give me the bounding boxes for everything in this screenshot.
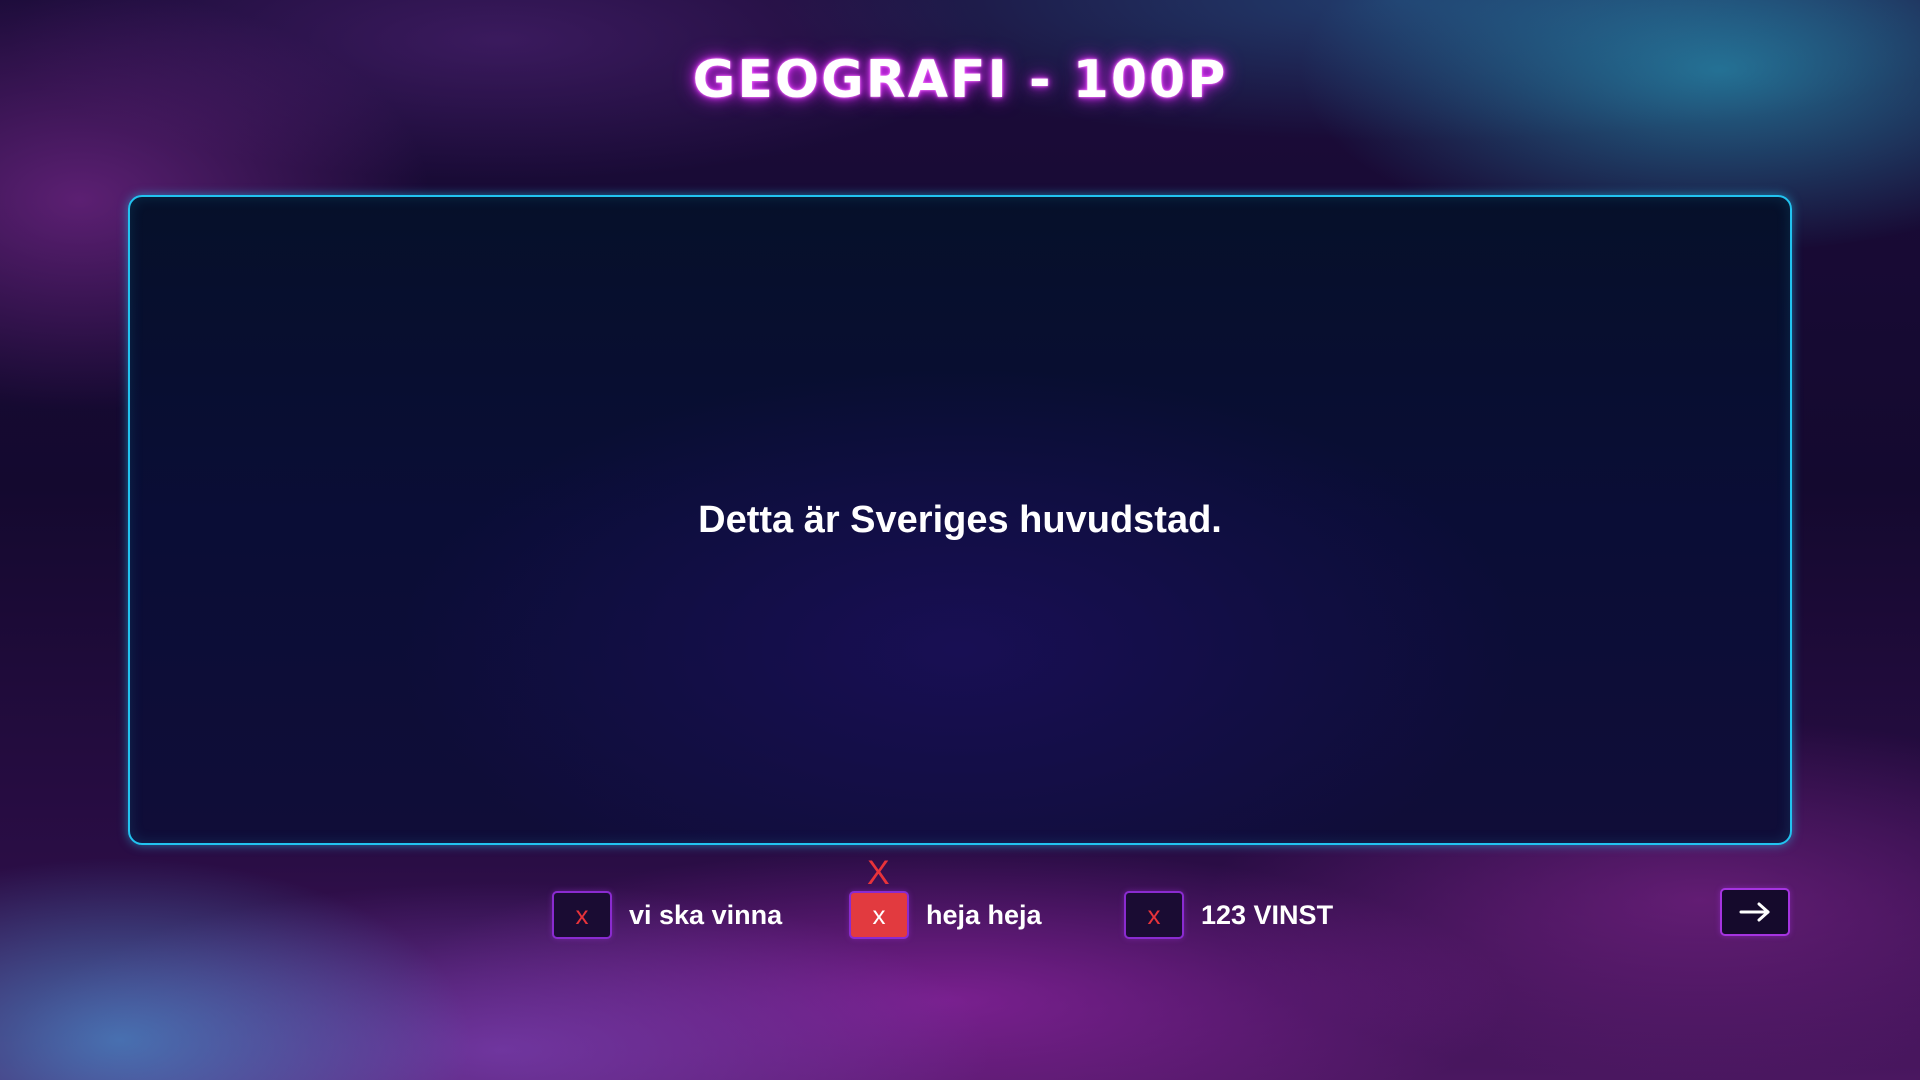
team-toggle-button[interactable]: x [552,891,612,939]
team-toggle-button[interactable]: x [1124,891,1184,939]
arrow-right-icon [1739,902,1770,922]
team-name: 123 VINST [1201,899,1334,930]
next-button[interactable] [1720,888,1790,936]
team-list: x vi ska vinna X x heja heja x 123 VINST [0,856,1920,940]
page-title: GEOGRAFI - 100P [692,50,1228,110]
team-item: x 123 VINST [1124,890,1333,940]
team-item: x vi ska vinna [552,890,782,940]
team-item: X x heja heja [849,856,1042,940]
question-panel: Detta är Sveriges huvudstad. [128,195,1792,845]
strike-marker: X [867,854,890,892]
team-toggle-button[interactable]: x [849,891,909,939]
team-name: vi ska vinna [629,899,783,930]
team-name: heja heja [926,899,1042,930]
question-text: Detta är Sveriges huvudstad. [698,498,1222,541]
